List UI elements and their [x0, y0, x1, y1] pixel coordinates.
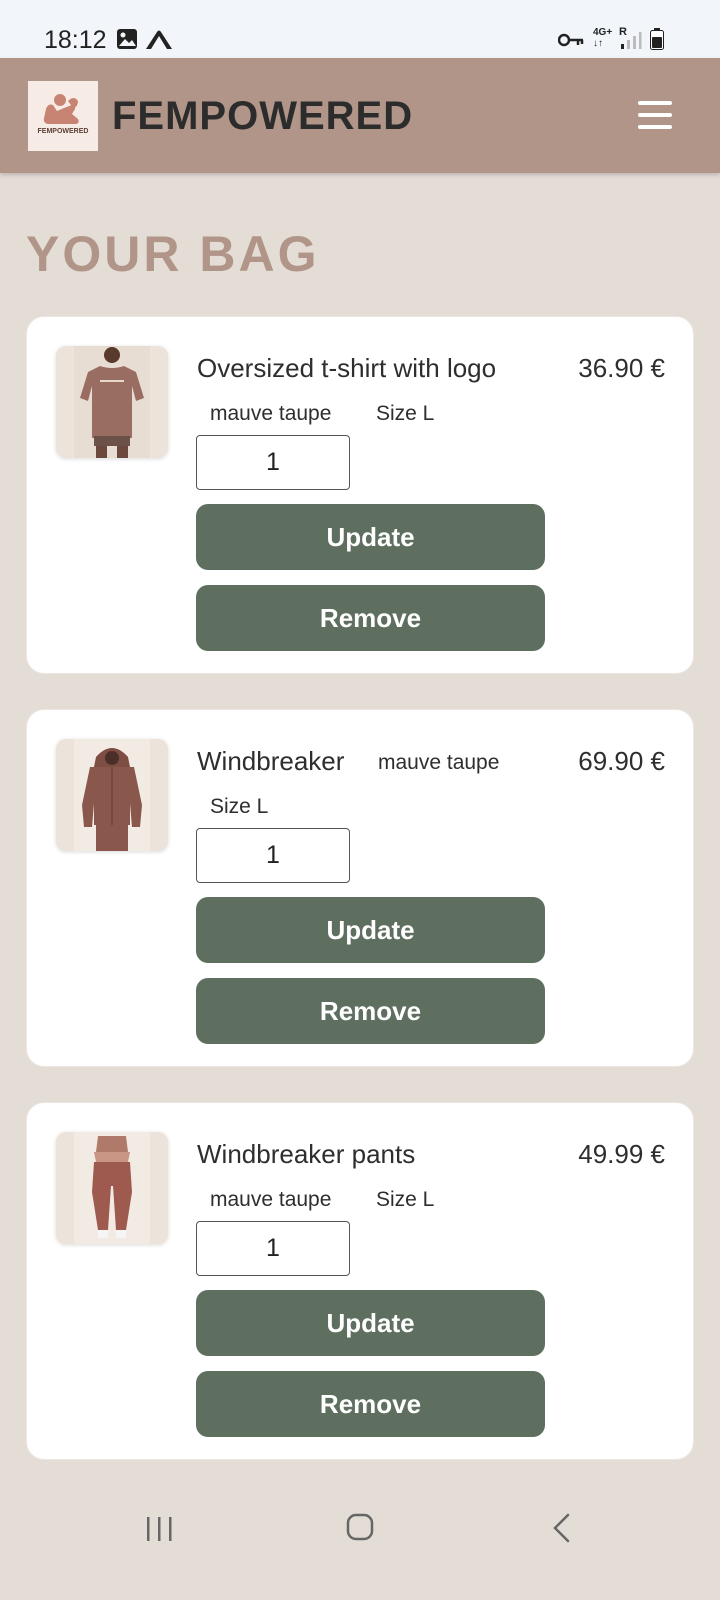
status-bar: 18:12 4G+ ↓↑ R — [0, 0, 720, 58]
product-color: mauve taupe — [378, 751, 500, 774]
status-time: 18:12 — [44, 26, 107, 54]
brand-logo[interactable]: FEMPOWERED — [28, 81, 98, 151]
product-price: 69.90 € — [578, 746, 665, 776]
page-title: YOUR BAG — [26, 226, 320, 282]
quantity-input[interactable] — [196, 435, 350, 490]
remove-button[interactable]: Remove — [196, 978, 545, 1044]
product-color: mauve taupe — [210, 1188, 332, 1211]
cart-item-card: Windbreaker pants 49.99 € mauve taupe Si… — [26, 1102, 694, 1460]
quantity-input[interactable] — [196, 828, 350, 883]
key-icon — [557, 32, 584, 53]
update-button[interactable]: Update — [196, 1290, 545, 1356]
cart-item-card: Windbreaker mauve taupe 69.90 € Size L U… — [26, 709, 694, 1067]
product-image-windbreaker-pants[interactable] — [56, 1132, 168, 1244]
product-name[interactable]: Windbreaker pants — [197, 1139, 415, 1170]
update-button[interactable]: Update — [196, 504, 545, 570]
update-button[interactable]: Update — [196, 897, 545, 963]
remove-button[interactable]: Remove — [196, 585, 545, 651]
mountain-icon — [145, 28, 173, 55]
back-icon[interactable] — [550, 1512, 574, 1549]
network-type: 4G+ ↓↑ — [593, 27, 613, 49]
product-name[interactable]: Oversized t-shirt with logo — [197, 353, 496, 384]
product-color: mauve taupe — [210, 402, 332, 425]
product-price: 36.90 € — [578, 353, 665, 383]
logo-text: FEMPOWERED — [37, 128, 89, 135]
product-size: Size L — [376, 402, 435, 425]
quantity-input[interactable] — [196, 1221, 350, 1276]
hamburger-menu-icon[interactable] — [638, 101, 672, 129]
product-size: Size L — [210, 795, 269, 818]
product-image-tshirt[interactable] — [56, 346, 168, 458]
battery-icon — [650, 28, 664, 55]
brand-name[interactable]: FEMPOWERED — [112, 94, 413, 139]
recent-apps-icon[interactable] — [145, 1514, 175, 1549]
remove-button[interactable]: Remove — [196, 1371, 545, 1437]
product-size: Size L — [376, 1188, 435, 1211]
cart-item-card: Oversized t-shirt with logo 36.90 € mauv… — [26, 316, 694, 674]
product-price: 49.99 € — [578, 1139, 665, 1169]
system-nav-bar — [0, 1500, 720, 1600]
product-image-windbreaker[interactable] — [56, 739, 168, 851]
home-icon[interactable] — [345, 1512, 375, 1547]
product-name[interactable]: Windbreaker — [197, 746, 344, 777]
image-icon — [116, 28, 138, 55]
app-header: FEMPOWERED FEMPOWERED — [0, 58, 720, 173]
signal-icon — [620, 30, 642, 55]
